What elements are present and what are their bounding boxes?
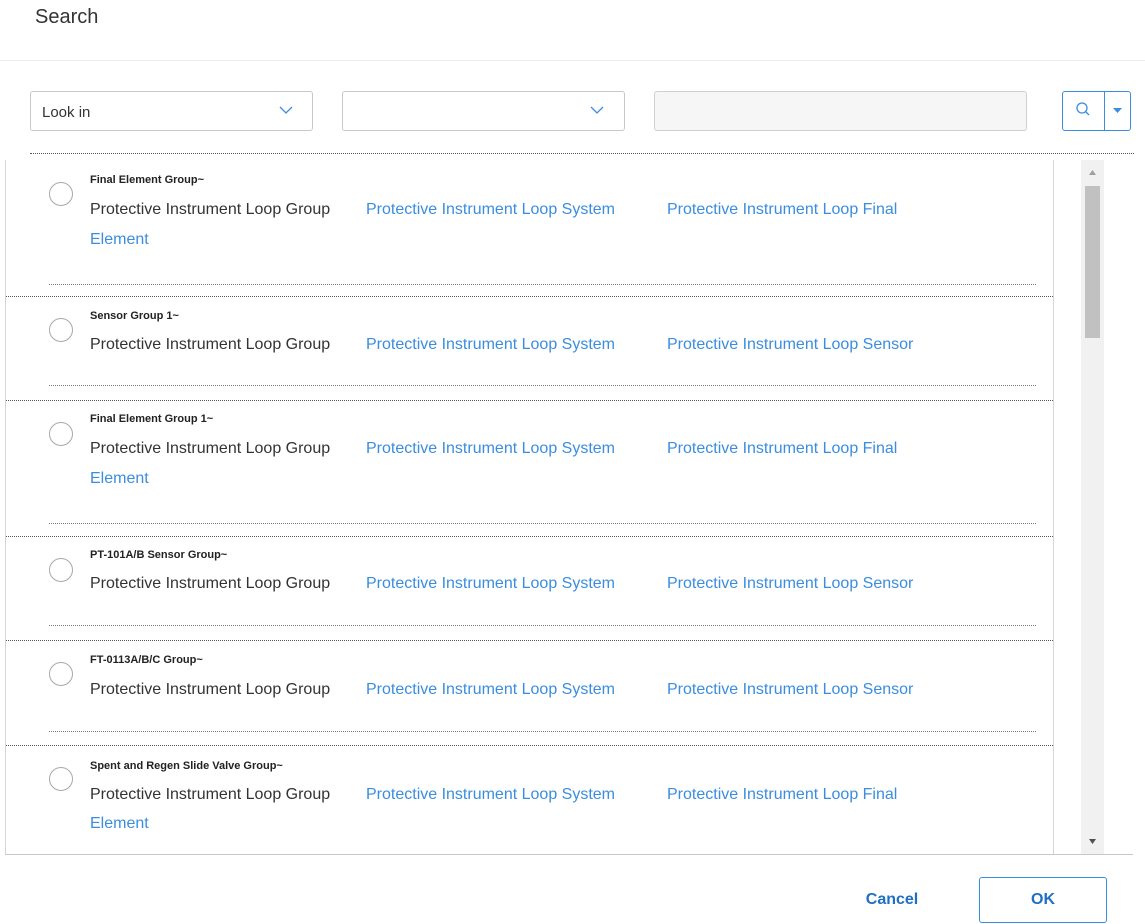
group-label: Protective Instrument Loop Group [90, 201, 331, 218]
result-title: Final Element Group 1~ [90, 413, 214, 425]
type-link-continued[interactable]: Element [90, 228, 149, 252]
list-item: Final Element Group~ Protective Instrume… [6, 160, 1053, 297]
result-title: Spent and Regen Slide Valve Group~ [90, 760, 283, 772]
row-divider [49, 523, 1036, 524]
list-item: FT-0113A/B/C Group~ Protective Instrumen… [6, 641, 1053, 746]
ok-button[interactable]: OK [979, 877, 1107, 923]
select-radio[interactable] [49, 558, 73, 582]
look-in-select[interactable]: Look in [30, 91, 313, 131]
result-title: FT-0113A/B/C Group~ [90, 654, 203, 666]
result-tags-line: Protective Instrument Loop Group Protect… [90, 333, 913, 357]
search-options-dropdown[interactable] [1105, 92, 1130, 130]
group-label: Protective Instrument Loop Group [90, 440, 331, 457]
result-tags-line: Protective Instrument Loop Group Protect… [90, 198, 897, 222]
result-title: Sensor Group 1~ [90, 310, 179, 322]
chevron-down-icon [590, 106, 604, 114]
system-link[interactable]: Protective Instrument Loop System [366, 198, 615, 222]
group-label: Protective Instrument Loop Group [90, 336, 331, 353]
result-tags-line: Protective Instrument Loop Group Protect… [90, 437, 897, 461]
type-link-continued[interactable]: Element [90, 812, 149, 836]
result-title: PT-101A/B Sensor Group~ [90, 549, 228, 561]
type-link[interactable]: Protective Instrument Loop Final [667, 198, 897, 222]
result-tags-line: Protective Instrument Loop Group Protect… [90, 572, 913, 596]
list-item: PT-101A/B Sensor Group~ Protective Instr… [6, 537, 1053, 641]
type-link[interactable]: Protective Instrument Loop Final [667, 437, 897, 461]
group-label: Protective Instrument Loop Group [90, 786, 331, 803]
select-radio[interactable] [49, 422, 73, 446]
system-link[interactable]: Protective Instrument Loop System [366, 678, 615, 702]
dialog-title: Search [35, 6, 99, 28]
list-item: Sensor Group 1~ Protective Instrument Lo… [6, 297, 1053, 401]
select-radio[interactable] [49, 318, 73, 342]
scroll-up-arrow-icon[interactable] [1081, 164, 1104, 180]
results-list[interactable]: Final Element Group~ Protective Instrume… [5, 160, 1054, 854]
type-link[interactable]: Protective Instrument Loop Sensor [667, 333, 913, 357]
search-icon [1076, 102, 1090, 116]
results-scrollbar[interactable] [1081, 160, 1104, 854]
type-link-continued[interactable]: Element [90, 467, 149, 491]
result-title: Final Element Group~ [90, 174, 204, 186]
search-input[interactable] [654, 91, 1027, 131]
select-radio[interactable] [49, 182, 73, 206]
results-top-divider [30, 153, 1134, 154]
result-tags-line: Protective Instrument Loop Group Protect… [90, 783, 897, 807]
system-link[interactable]: Protective Instrument Loop System [366, 333, 615, 357]
title-divider [0, 60, 1145, 61]
group-label: Protective Instrument Loop Group [90, 681, 331, 698]
scrollbar-thumb[interactable] [1085, 186, 1100, 338]
group-label: Protective Instrument Loop Group [90, 575, 331, 592]
select-radio[interactable] [49, 767, 73, 791]
search-split-button[interactable] [1062, 91, 1131, 131]
result-tags-line: Protective Instrument Loop Group Protect… [90, 678, 913, 702]
row-divider [49, 284, 1036, 285]
system-link[interactable]: Protective Instrument Loop System [366, 783, 615, 807]
cancel-button[interactable]: Cancel [828, 877, 956, 923]
chevron-down-icon [279, 106, 293, 114]
look-in-value: Look in [42, 104, 91, 121]
footer-divider [5, 854, 1133, 855]
list-item: Final Element Group 1~ Protective Instru… [6, 401, 1053, 537]
type-link[interactable]: Protective Instrument Loop Sensor [667, 572, 913, 596]
search-button[interactable] [1063, 92, 1104, 130]
system-link[interactable]: Protective Instrument Loop System [366, 437, 615, 461]
list-item: Spent and Regen Slide Valve Group~ Prote… [6, 746, 1053, 854]
select-radio[interactable] [49, 662, 73, 686]
type-link[interactable]: Protective Instrument Loop Final [667, 783, 897, 807]
type-link[interactable]: Protective Instrument Loop Sensor [667, 678, 913, 702]
row-divider [49, 625, 1036, 626]
scroll-down-arrow-icon[interactable] [1081, 834, 1104, 850]
caret-down-icon [1113, 108, 1122, 113]
system-link[interactable]: Protective Instrument Loop System [366, 572, 615, 596]
field-select[interactable] [342, 91, 625, 131]
row-divider [49, 385, 1036, 386]
row-divider [49, 731, 1036, 732]
